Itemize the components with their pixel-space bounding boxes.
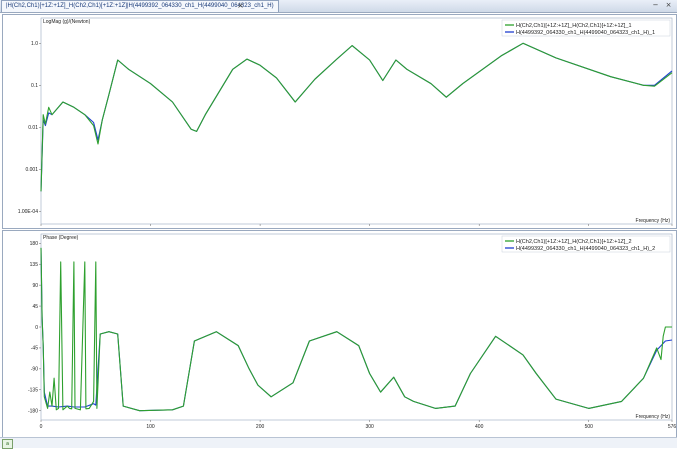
y-tick-label: 180 bbox=[30, 241, 39, 247]
y-tick-label: 1.0 bbox=[31, 41, 38, 47]
series-line-1 bbox=[40, 42, 673, 192]
y-tick-label: 45 bbox=[32, 304, 38, 310]
plot-area bbox=[40, 233, 673, 421]
close-window-icon[interactable]: × bbox=[664, 1, 673, 10]
legend-entry-1: H(Ch2,Ch1)[+1Z:+1Z]_H(Ch2,Ch1)[+1Z:+1Z]_… bbox=[516, 23, 632, 29]
status-bar: a bbox=[0, 437, 677, 449]
y-tick-label: -180 bbox=[28, 409, 38, 415]
x-tick-label: 300 bbox=[365, 424, 374, 430]
x-axis-label: Frequency (Hz) bbox=[636, 414, 671, 420]
analysis-status-icon[interactable]: a bbox=[2, 439, 13, 449]
legend-entry-2: H(4499392_064330_ch1_H(4499040_064323_ch… bbox=[516, 246, 655, 252]
document-tab-label: |H(Ch2,Ch1)[+1Z:+1Z]_H(Ch2,Ch1)[+1Z:+1Z]… bbox=[6, 3, 274, 9]
x-tick-label: 100 bbox=[146, 424, 155, 430]
x-tick-label: 576 bbox=[668, 424, 676, 430]
y-tick-label: 90 bbox=[32, 283, 38, 289]
plot-title: LogMag (g)/(Newton) bbox=[43, 19, 91, 25]
y-tick-label: 0.001 bbox=[25, 167, 38, 173]
tab-close-icon[interactable]: × bbox=[236, 1, 245, 10]
y-tick-label: 0.01 bbox=[28, 125, 38, 131]
plot-title: Phase (Degree) bbox=[43, 235, 79, 241]
legend-entry-1: H(Ch2,Ch1)[+1Z:+1Z]_H(Ch2,Ch1)[+1Z:+1Z]_… bbox=[516, 239, 632, 245]
x-axis-label: Frequency (Hz) bbox=[636, 218, 671, 224]
y-tick-label: 1.00E-04 bbox=[18, 209, 39, 215]
y-tick-label: -90 bbox=[31, 367, 38, 373]
y-tick-label: -45 bbox=[31, 346, 38, 352]
window-titlebar: |H(Ch2,Ch1)[+1Z:+1Z]_H(Ch2,Ch1)[+1Z:+1Z]… bbox=[0, 0, 677, 13]
phase-plot-panel[interactable]: Phase (Degree) Frequency (Hz) 180 135 90 45 0 -… bbox=[2, 230, 677, 438]
x-tick-label: 500 bbox=[585, 424, 594, 430]
x-tick-label: 400 bbox=[475, 424, 484, 430]
y-tick-label: 0.1 bbox=[31, 83, 38, 89]
logmag-plot-panel[interactable]: LogMag (g)/(Newton) Frequency (Hz) 1.0 0.1 0… bbox=[2, 14, 677, 229]
legend-entry-2: H(4499392_064330_ch1_H(4499040_064323_ch… bbox=[516, 30, 655, 36]
y-tick-label: -135 bbox=[28, 388, 38, 394]
logmag-chart: LogMag (g)/(Newton) Frequency (Hz) 1.0 0.1 0… bbox=[18, 17, 673, 226]
y-tick-label: 0 bbox=[35, 325, 38, 331]
x-tick-label: 0 bbox=[40, 424, 43, 430]
y-tick-label: 135 bbox=[30, 262, 39, 268]
x-tick-label: 200 bbox=[256, 424, 265, 430]
series-line-2 bbox=[40, 247, 673, 412]
phase-chart: Phase (Degree) Frequency (Hz) 180 135 90 45 0 -… bbox=[28, 233, 676, 430]
minimize-icon[interactable]: − bbox=[651, 1, 660, 10]
series-line-1 bbox=[40, 247, 672, 412]
